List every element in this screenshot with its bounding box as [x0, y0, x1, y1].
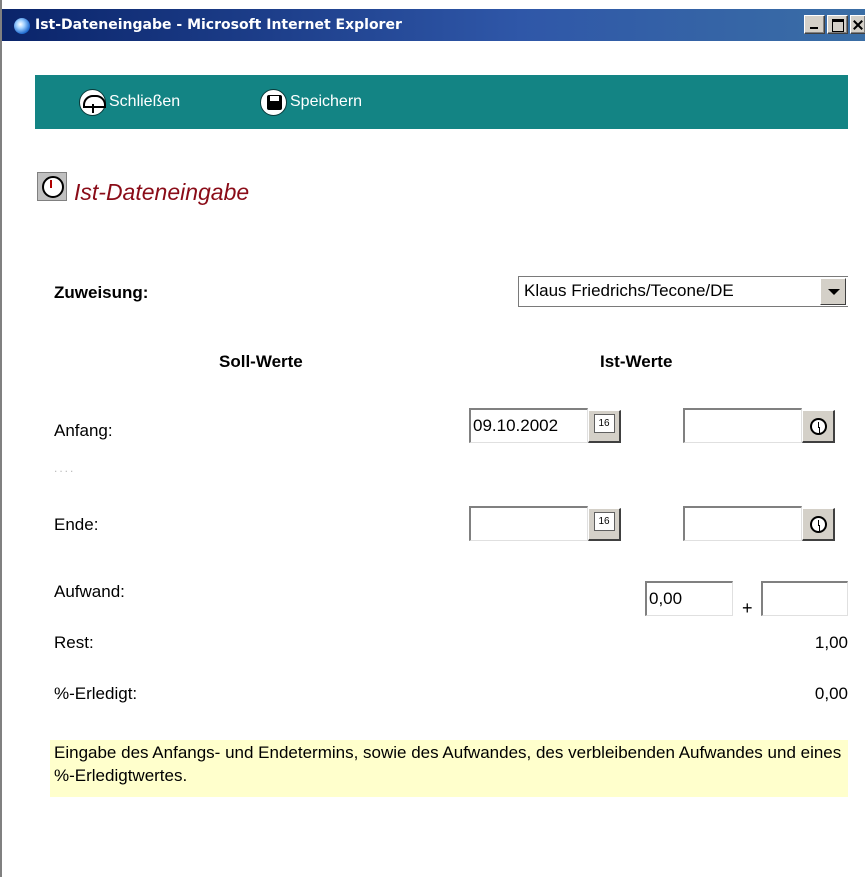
percent-done-label: %-Erledigt: [54, 684, 138, 703]
chevron-down-icon[interactable] [820, 278, 846, 305]
floppy-disk-icon [260, 88, 287, 116]
calendar-icon: 16 [593, 512, 615, 532]
maximize-button[interactable] [827, 15, 848, 34]
end-date-input[interactable] [469, 506, 588, 541]
window-controls [804, 15, 865, 35]
additional-effort-input[interactable] [761, 581, 848, 616]
start-calendar-button[interactable]: 16 [588, 410, 621, 443]
effort-input[interactable]: 0,00 [645, 581, 733, 616]
end-time-input[interactable] [683, 506, 802, 541]
end-calendar-button[interactable]: 16 [588, 508, 621, 541]
remaining-value: 1,00 [814, 633, 848, 652]
assignment-label: Zuweisung: [54, 283, 149, 302]
effort-label: Aufwand: [54, 582, 125, 601]
start-time-input[interactable] [683, 408, 802, 443]
page-title: Ist-Dateneingabe [74, 179, 250, 205]
start-label: Anfang: [54, 421, 113, 440]
minimize-button[interactable] [804, 15, 825, 34]
start-date-input[interactable]: 09.10.2002 [469, 408, 588, 443]
separator-dots: .... [54, 461, 76, 475]
clock-icon [810, 516, 827, 533]
close-button-label: Schließen [109, 93, 181, 110]
browser-window: Ist-Dateneingabe - Microsoft Internet Ex… [0, 0, 865, 877]
help-text: Eingabe des Anfangs- und Endetermins, so… [50, 740, 848, 797]
start-time-button[interactable] [802, 410, 835, 443]
clock-document-icon [37, 172, 67, 201]
end-time-button[interactable] [802, 508, 835, 541]
assignment-select[interactable]: Klaus Friedrichs/Tecone/DE [518, 276, 848, 307]
close-window-button[interactable] [850, 15, 865, 34]
end-label: Ende: [54, 515, 99, 534]
clock-icon [810, 418, 827, 435]
actual-values-heading: Ist-Werte [600, 352, 673, 371]
action-toolbar: Schließen Speichern [35, 75, 848, 129]
close-button[interactable]: Schließen [79, 88, 180, 116]
internet-explorer-icon [14, 18, 30, 34]
title-bar[interactable]: Ist-Dateneingabe - Microsoft Internet Ex… [2, 9, 865, 41]
calendar-icon: 16 [593, 414, 615, 434]
remaining-label: Rest: [54, 633, 94, 652]
save-button[interactable]: Speichern [260, 88, 362, 116]
percent-done-value: 0,00 [814, 684, 848, 703]
save-button-label: Speichern [290, 93, 363, 110]
umbrella-icon [79, 88, 106, 116]
plan-values-heading: Soll-Werte [219, 352, 303, 371]
window-title: Ist-Dateneingabe - Microsoft Internet Ex… [35, 17, 402, 33]
plus-sign: + [742, 598, 753, 618]
